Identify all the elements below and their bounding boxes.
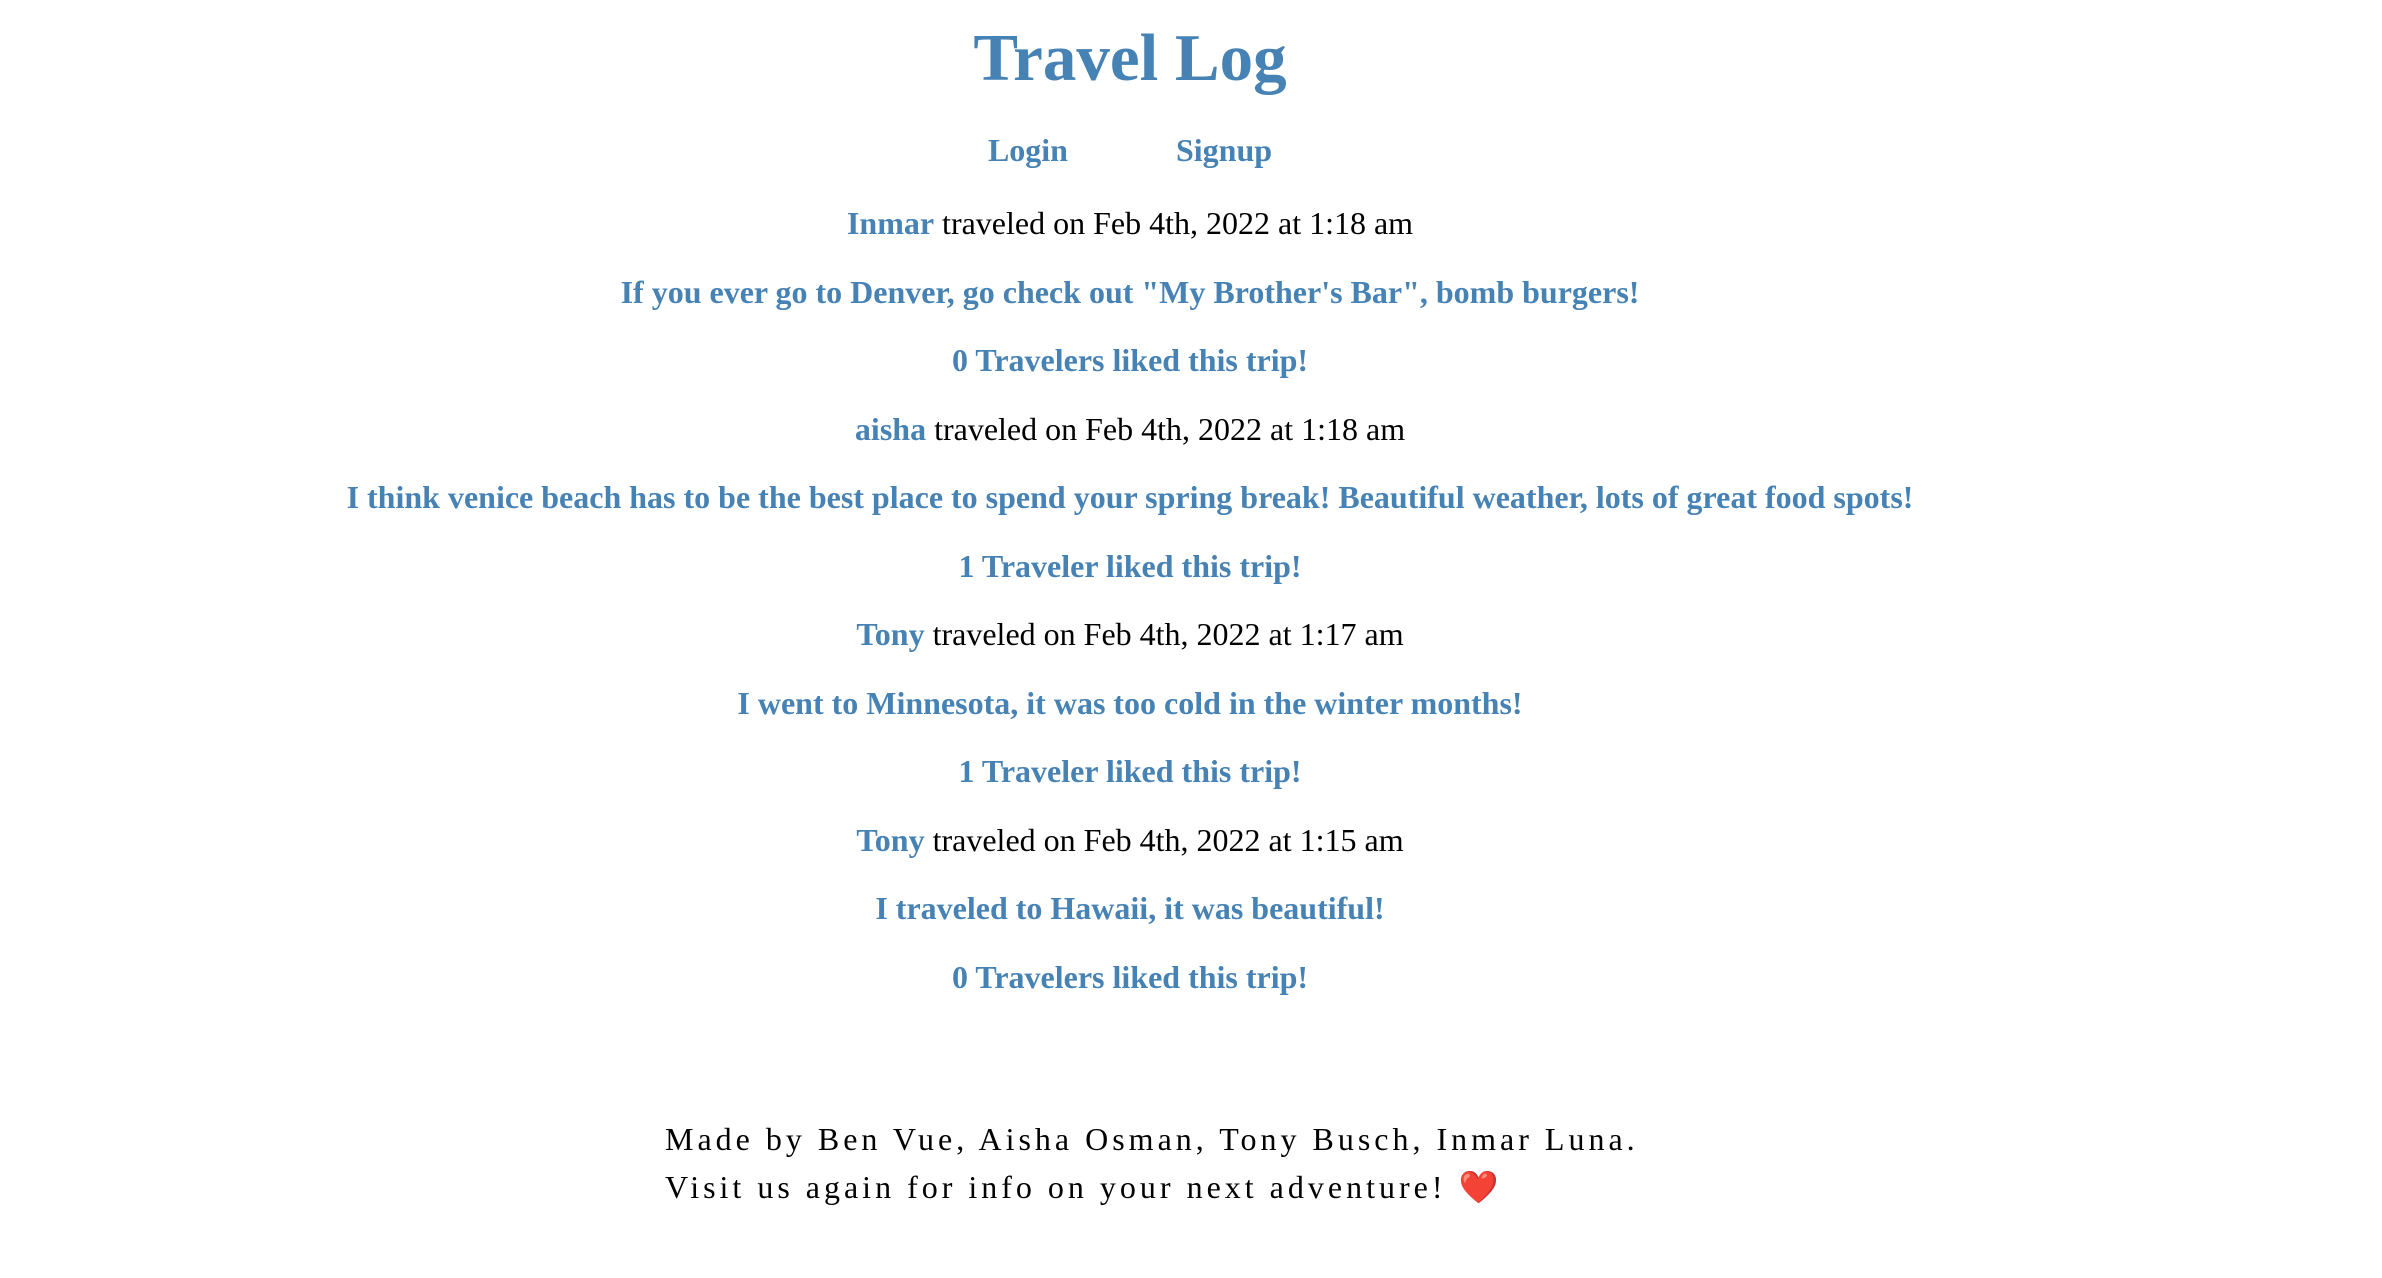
post-text: I think venice beach has to be the best … — [346, 479, 1914, 515]
post-timestamp: traveled on Feb 4th, 2022 at 1:18 am — [934, 205, 1414, 241]
trip-feed: Inmar traveled on Feb 4th, 2022 at 1:18 … — [0, 200, 2260, 1022]
post-text: I went to Minnesota, it was too cold in … — [737, 684, 1523, 721]
post-author-link[interactable]: Inmar — [847, 205, 934, 241]
post-header: Tony traveled on Feb 4th, 2022 at 1:17 a… — [0, 611, 2260, 680]
page-title: Travel Log — [973, 21, 1287, 95]
signup-link[interactable]: Signup — [1176, 132, 1272, 169]
post-likes: 1 Traveler liked this trip! — [958, 753, 1302, 789]
post-header: Tony traveled on Feb 4th, 2022 at 1:15 a… — [0, 817, 2260, 886]
post-timestamp: traveled on Feb 4th, 2022 at 1:17 am — [924, 616, 1404, 652]
post-likes: 0 Travelers liked this trip! — [951, 342, 1309, 378]
post-header: Inmar traveled on Feb 4th, 2022 at 1:18 … — [0, 200, 2260, 269]
footer-tagline-text: Visit us again for info on your next adv… — [665, 1169, 1459, 1205]
post-timestamp: traveled on Feb 4th, 2022 at 1:15 am — [924, 821, 1404, 858]
footer-tagline: Visit us again for info on your next adv… — [665, 1163, 1639, 1211]
footer: Made by Ben Vue, Aisha Osman, Tony Busch… — [665, 1115, 1639, 1211]
post-timestamp: traveled on Feb 4th, 2022 at 1:18 am — [926, 410, 1406, 447]
post-likes: 1 Traveler liked this trip! — [958, 547, 1302, 584]
post-header: aisha traveled on Feb 4th, 2022 at 1:18 … — [0, 406, 2260, 475]
footer-credits: Made by Ben Vue, Aisha Osman, Tony Busch… — [665, 1121, 1639, 1157]
nav-links: Login Signup — [0, 132, 2260, 169]
heart-icon: ❤️ — [1458, 1169, 1499, 1205]
post-author-link[interactable]: Tony — [856, 616, 924, 652]
login-link[interactable]: Login — [988, 132, 1068, 169]
post-text: If you ever go to Denver, go check out "… — [620, 273, 1640, 310]
post-text: I traveled to Hawaii, it was beautiful! — [875, 890, 1385, 926]
post-author-link[interactable]: aisha — [855, 411, 926, 447]
post-author-link[interactable]: Tony — [856, 822, 924, 858]
post-likes: 0 Travelers liked this trip! — [951, 958, 1309, 995]
